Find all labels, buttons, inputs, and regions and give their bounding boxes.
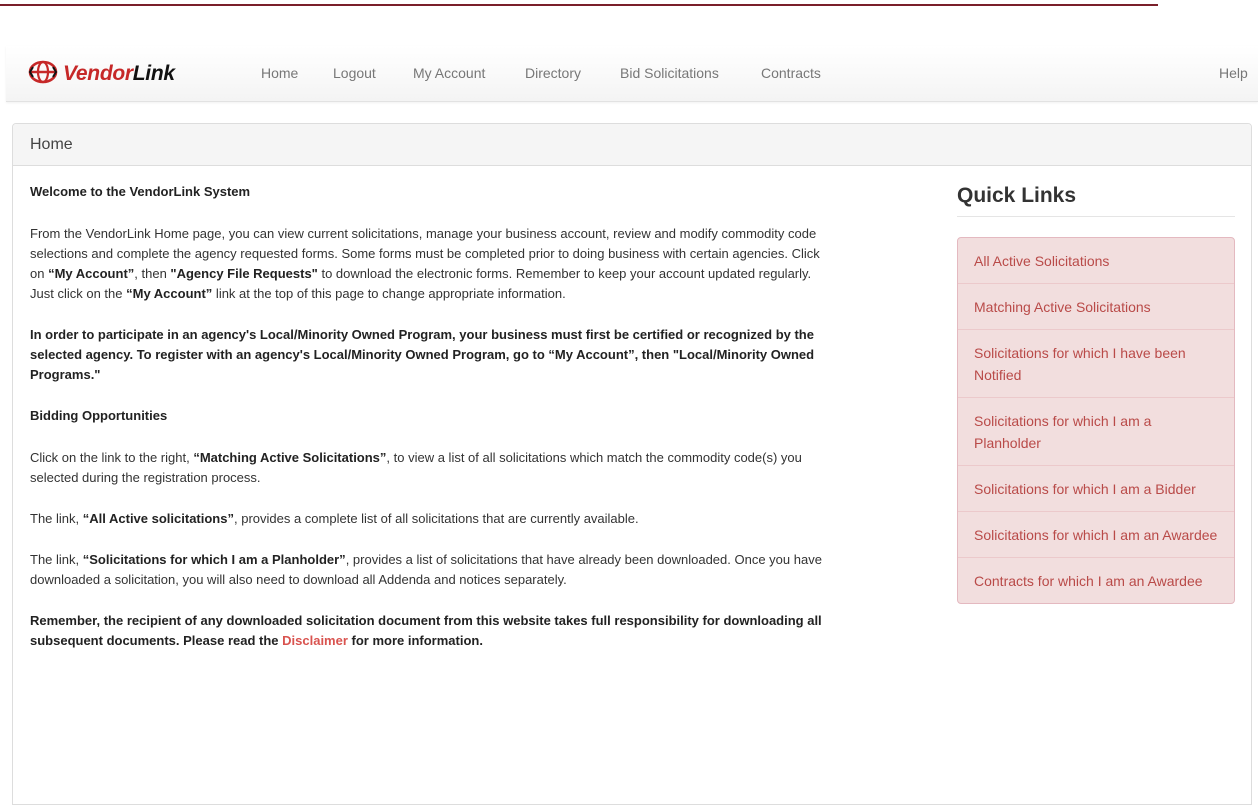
bidding-heading: Bidding Opportunities xyxy=(30,408,168,423)
intro-paragraph: From the VendorLink Home page, you can v… xyxy=(30,226,820,301)
brand-name: VendorLink xyxy=(63,62,175,85)
disclaimer-paragraph: Remember, the recipient of any downloade… xyxy=(30,613,822,648)
quick-link-awardee[interactable]: Solicitations for which I am an Awardee xyxy=(958,512,1234,558)
quick-link-planholder[interactable]: Solicitations for which I am a Planholde… xyxy=(958,398,1234,466)
vendorlink-logo-icon xyxy=(28,60,58,89)
all-active-paragraph: The link, “All Active solicitations”, pr… xyxy=(30,511,639,526)
quick-link-all-active[interactable]: All Active Solicitations xyxy=(958,238,1234,284)
nav-logout[interactable]: Logout xyxy=(333,65,376,81)
quick-links-list: All Active Solicitations Matching Active… xyxy=(957,237,1235,604)
planholder-paragraph: The link, “Solicitations for which I am … xyxy=(30,552,822,587)
brand-logo[interactable]: VendorLink xyxy=(28,60,175,89)
panel-heading: Home xyxy=(13,124,1251,166)
nav-home[interactable]: Home xyxy=(261,65,298,81)
quick-link-matching-active[interactable]: Matching Active Solicitations xyxy=(958,284,1234,330)
program-paragraph: In order to participate in an agency's L… xyxy=(30,327,815,382)
welcome-heading: Welcome to the VendorLink System xyxy=(30,184,251,199)
matching-paragraph: Click on the link to the right, “Matchin… xyxy=(30,450,802,485)
quick-link-bidder[interactable]: Solicitations for which I am a Bidder xyxy=(958,466,1234,512)
main-content: Welcome to the VendorLink System From th… xyxy=(30,182,830,672)
nav-bid-solicitations[interactable]: Bid Solicitations xyxy=(620,65,719,81)
nav-contracts[interactable]: Contracts xyxy=(761,65,821,81)
nav-help[interactable]: Help xyxy=(1219,65,1248,81)
top-accent-line xyxy=(0,4,1158,6)
nav-directory[interactable]: Directory xyxy=(525,65,581,81)
home-panel: Home Welcome to the VendorLink System Fr… xyxy=(12,123,1252,805)
quick-links-title: Quick Links xyxy=(957,184,1235,217)
top-navbar: VendorLink Home Logout My Account Direct… xyxy=(6,46,1258,102)
disclaimer-link[interactable]: Disclaimer xyxy=(282,633,348,648)
quick-link-notified[interactable]: Solicitations for which I have been Noti… xyxy=(958,330,1234,398)
quick-link-contracts-awardee[interactable]: Contracts for which I am an Awardee xyxy=(958,558,1234,603)
nav-my-account[interactable]: My Account xyxy=(413,65,485,81)
